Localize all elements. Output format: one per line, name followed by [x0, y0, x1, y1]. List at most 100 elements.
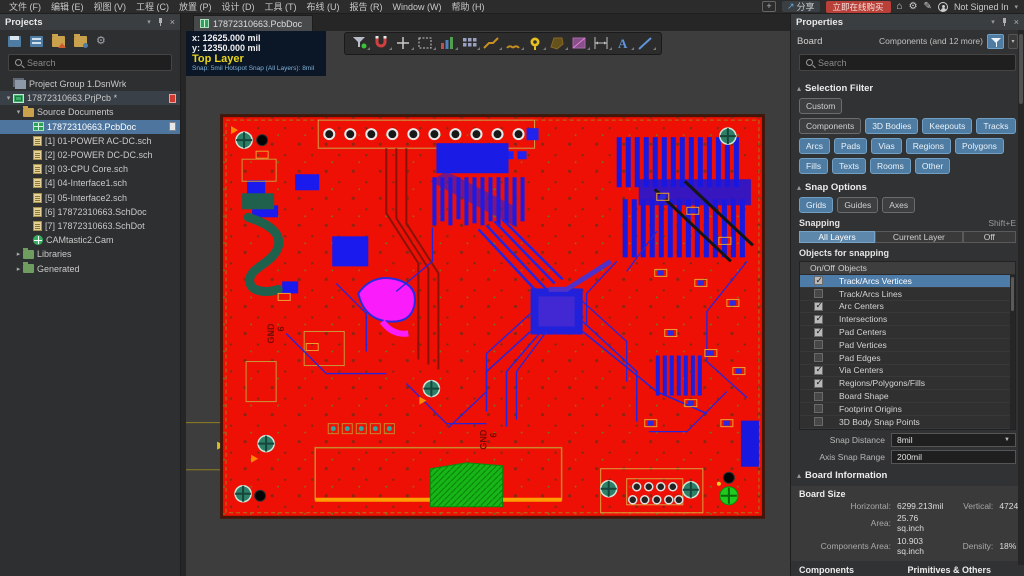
pcb-board-graphic[interactable]: GND 6 GND 6: [186, 31, 790, 576]
snap-object-row[interactable]: Track/Arcs Lines: [800, 288, 1015, 301]
filter-toggle-button[interactable]: Fills: [799, 158, 828, 174]
tree-expand-icon[interactable]: [14, 108, 23, 116]
line-icon[interactable]: [639, 38, 656, 50]
filter-toggle-button[interactable]: Arcs: [799, 138, 830, 154]
table-scrollbar[interactable]: [1010, 275, 1015, 429]
avatar-icon[interactable]: [938, 2, 948, 12]
dimension-icon[interactable]: [595, 37, 612, 50]
snap-object-checkbox[interactable]: [814, 289, 823, 298]
filter-toggle-button[interactable]: Keepouts: [922, 118, 972, 134]
snap-object-row[interactable]: Pad Centers: [800, 326, 1015, 339]
menu-item[interactable]: 报告 (R): [345, 0, 388, 13]
arc-icon[interactable]: [507, 46, 524, 50]
snap-object-checkbox[interactable]: [814, 315, 823, 324]
filter-toggle-button[interactable]: Tracks: [976, 118, 1015, 134]
menu-item[interactable]: 文件 (F): [4, 0, 46, 13]
snap-object-checkbox[interactable]: [814, 276, 823, 285]
menu-item[interactable]: 布线 (U): [302, 0, 345, 13]
menu-item[interactable]: 工具 (T): [260, 0, 302, 13]
layer-segment-button[interactable]: Off: [963, 231, 1016, 243]
menu-item[interactable]: 工程 (C): [131, 0, 174, 13]
custom-filter-button[interactable]: Custom: [799, 98, 842, 114]
filter-toggle-button[interactable]: Polygons: [955, 138, 1004, 154]
snap-object-row[interactable]: Pad Vertices: [800, 339, 1015, 352]
menu-item[interactable]: 设计 (D): [217, 0, 260, 13]
tree-item[interactable]: 17872310663.PrjPcb *: [0, 91, 180, 105]
close-icon[interactable]: ×: [1014, 17, 1019, 27]
tree-expand-icon[interactable]: [4, 94, 13, 102]
layer-segment-button[interactable]: Current Layer: [875, 231, 963, 243]
section-board-information[interactable]: Board Information: [791, 468, 1024, 483]
pcb-editor-canvas[interactable]: GND 6 GND 6 x: 12625.000 mil y: 12350.00…: [186, 31, 790, 576]
snap-object-checkbox[interactable]: [814, 328, 823, 337]
menu-item[interactable]: 帮助 (H): [447, 0, 490, 13]
buy-online-button[interactable]: 立即在线购买: [826, 1, 891, 13]
settings-gear-icon[interactable]: ⚙: [909, 2, 918, 12]
close-icon[interactable]: ×: [170, 17, 175, 27]
projects-search-input[interactable]: Search: [8, 54, 172, 71]
share-button[interactable]: ↗分享: [782, 1, 820, 12]
tree-item[interactable]: [2] 02-POWER DC-DC.sch: [0, 148, 180, 162]
filter-toggle-button[interactable]: Pads: [834, 138, 867, 154]
snap-object-row[interactable]: Regions/Polygons/Fills: [800, 377, 1015, 390]
tree-item[interactable]: [3] 03-CPU Core.sch: [0, 162, 180, 176]
menu-item[interactable]: 放置 (P): [174, 0, 217, 13]
move-icon[interactable]: [397, 37, 414, 50]
filter-toggle-button[interactable]: Vias: [871, 138, 901, 154]
snap-toggle-button[interactable]: Axes: [882, 197, 915, 213]
layer-segment-button[interactable]: All Layers: [799, 231, 875, 243]
menu-item[interactable]: Window (W): [388, 2, 447, 12]
folder-settings-icon[interactable]: [74, 36, 87, 47]
snap-object-checkbox[interactable]: [814, 366, 823, 375]
filter-funnel-icon[interactable]: [987, 34, 1004, 49]
snap-object-row[interactable]: Track/Arcs Vertices: [800, 275, 1015, 288]
home-icon[interactable]: ⌂: [897, 2, 903, 12]
selection-filter-icon[interactable]: [353, 37, 370, 50]
tree-item[interactable]: [4] 04-Interface1.sch: [0, 176, 180, 190]
via-icon[interactable]: [531, 38, 547, 51]
text-icon[interactable]: A: [618, 36, 634, 51]
tree-expand-icon[interactable]: [14, 265, 23, 273]
room-icon[interactable]: [573, 38, 590, 50]
filter-toggle-button[interactable]: Components: [799, 118, 861, 134]
snap-object-checkbox[interactable]: [814, 302, 823, 311]
open-document-icon[interactable]: [30, 36, 43, 47]
interactive-routing-icon[interactable]: [484, 38, 502, 50]
tree-item[interactable]: Project Group 1.DsnWrk: [0, 77, 180, 91]
menu-item[interactable]: 编辑 (E): [46, 0, 89, 13]
pad-array-icon[interactable]: [463, 38, 480, 50]
snap-object-checkbox[interactable]: [814, 340, 823, 349]
gear-icon[interactable]: ⚙: [96, 36, 106, 47]
snap-object-checkbox[interactable]: [814, 379, 823, 388]
polygon-icon[interactable]: [551, 38, 568, 50]
board-insight-icon[interactable]: [441, 37, 458, 50]
snap-object-checkbox[interactable]: [814, 353, 823, 362]
tab-pcbdoc[interactable]: 17872310663.PcbDoc: [193, 15, 313, 31]
snap-magnet-icon[interactable]: [376, 36, 393, 50]
snap-object-checkbox[interactable]: [814, 417, 823, 426]
section-selection-filter[interactable]: Selection Filter: [791, 81, 1024, 96]
snap-object-row[interactable]: 3D Body Snap Points: [800, 416, 1015, 429]
tree-item[interactable]: Source Documents: [0, 105, 180, 119]
snap-object-row[interactable]: Via Centers: [800, 365, 1015, 378]
tree-item[interactable]: [7] 17872310663.SchDot: [0, 219, 180, 233]
filter-dropdown-icon[interactable]: ▾: [1008, 34, 1018, 49]
snap-object-checkbox[interactable]: [814, 392, 823, 401]
snap-distance-select[interactable]: 8mil ▼: [891, 433, 1016, 447]
filter-toggle-button[interactable]: 3D Bodies: [865, 118, 918, 134]
tree-item[interactable]: [1] 01-POWER AC-DC.sch: [0, 134, 180, 148]
tree-item[interactable]: 17872310663.PcbDoc: [0, 120, 180, 134]
snap-object-row[interactable]: Arc Centers: [800, 301, 1015, 314]
tree-item[interactable]: [5] 05-Interface2.sch: [0, 191, 180, 205]
save-icon[interactable]: [8, 36, 21, 47]
pin-icon[interactable]: [1001, 18, 1008, 27]
filter-toggle-button[interactable]: Texts: [832, 158, 866, 174]
tree-item[interactable]: Libraries: [0, 247, 180, 261]
pin-icon[interactable]: [157, 18, 164, 27]
snap-object-checkbox[interactable]: [814, 404, 823, 413]
filter-toggle-button[interactable]: Other: [915, 158, 950, 174]
tree-item[interactable]: [6] 17872310663.SchDoc: [0, 205, 180, 219]
signin-label[interactable]: Not Signed In: [954, 2, 1009, 12]
snap-object-row[interactable]: Intersections: [800, 313, 1015, 326]
select-area-icon[interactable]: [419, 38, 436, 50]
